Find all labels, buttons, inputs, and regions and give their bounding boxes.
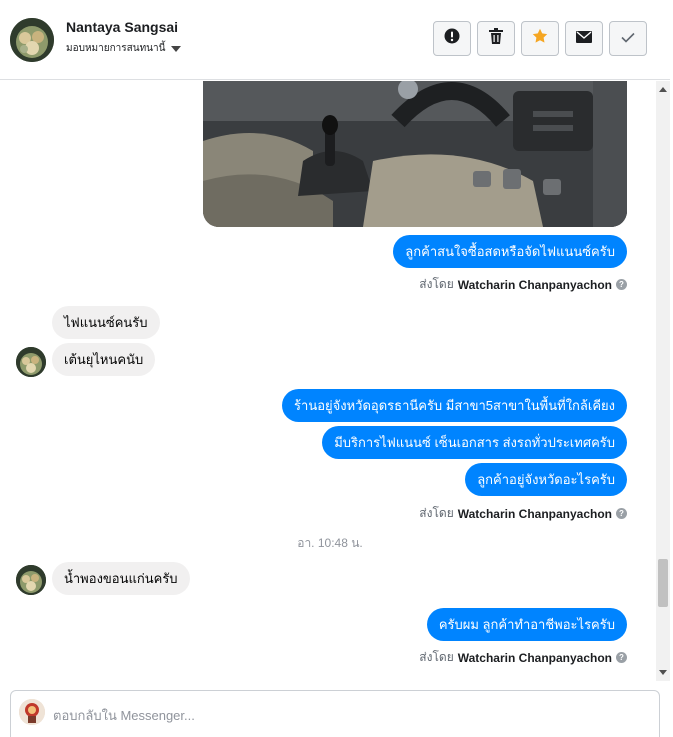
report-spam-button[interactable] xyxy=(433,21,471,56)
sent-by-prefix: ส่งโดย xyxy=(419,650,454,664)
mark-done-button[interactable] xyxy=(609,21,647,56)
outgoing-message[interactable]: มีบริการไฟแนนซ์ เซ็นเอกสาร ส่งรถทั่วประเ… xyxy=(322,426,627,459)
assign-label: มอบหมายการสนทนานี้ xyxy=(66,43,166,54)
star-icon xyxy=(532,28,548,49)
message-timestamp: อา. 10:48 น. xyxy=(297,536,363,550)
incoming-message[interactable]: น้ำพองขอนแก่นครับ xyxy=(52,562,190,595)
sent-by-agent: Watcharin Chanpanyachon xyxy=(457,506,612,521)
scroll-down-arrow-icon[interactable] xyxy=(659,670,667,675)
sent-by-prefix: ส่งโดย xyxy=(419,506,454,520)
contact-name[interactable]: Nantaya Sangsai xyxy=(66,19,178,35)
reply-input[interactable] xyxy=(53,705,613,725)
car-interior-photo[interactable] xyxy=(203,81,627,227)
info-icon[interactable]: ? xyxy=(616,279,627,290)
sent-by-agent: Watcharin Chanpanyachon xyxy=(457,277,612,292)
caret-down-icon xyxy=(171,45,182,52)
sent-by-label: ส่งโดย Watcharin Chanpanyachon ? xyxy=(419,275,627,294)
check-icon xyxy=(621,30,635,48)
sent-by-label: ส่งโดย Watcharin Chanpanyachon ? xyxy=(419,648,627,667)
outgoing-message[interactable]: ลูกค้าสนใจซื้อสดหรือจัดไฟแนนซ์ครับ xyxy=(393,235,627,268)
delete-button[interactable] xyxy=(477,21,515,56)
reply-composer xyxy=(10,690,660,737)
message-list[interactable]: ลูกค้าสนใจซื้อสดหรือจัดไฟแนนซ์ครับ ส่งโด… xyxy=(0,81,656,681)
alert-circle-icon xyxy=(444,28,460,49)
sent-by-prefix: ส่งโดย xyxy=(419,277,454,291)
incoming-message[interactable]: เต้นยุไหนคนับ xyxy=(52,343,156,376)
info-icon[interactable]: ? xyxy=(616,508,627,519)
info-icon[interactable]: ? xyxy=(616,652,627,663)
outgoing-message[interactable]: ลูกค้าอยู่จังหวัดอะไรครับ xyxy=(465,463,627,496)
sent-by-agent: Watcharin Chanpanyachon xyxy=(457,650,612,665)
mark-unread-button[interactable] xyxy=(565,21,603,56)
assign-conversation-dropdown[interactable]: มอบหมายการสนทนานี้ xyxy=(66,41,182,56)
contact-avatar[interactable] xyxy=(10,18,54,62)
incoming-message[interactable]: ไฟแนนซ์คนรับ xyxy=(52,306,160,339)
star-button[interactable] xyxy=(521,21,559,56)
conversation-actions xyxy=(433,21,647,56)
contact-avatar-small xyxy=(16,565,46,595)
outgoing-message[interactable]: ร้านอยู่จังหวัดอุดรธานีครับ มีสาขา5สาขาใ… xyxy=(282,389,627,422)
sent-by-label: ส่งโดย Watcharin Chanpanyachon ? xyxy=(419,504,627,523)
trash-icon xyxy=(489,28,503,49)
envelope-icon xyxy=(576,30,592,48)
contact-avatar-small xyxy=(16,347,46,377)
scroll-up-arrow-icon[interactable] xyxy=(659,87,667,92)
outgoing-message[interactable]: ครับผม ลูกค้าทำอาชีพอะไรครับ xyxy=(426,608,627,641)
scrollbar-thumb[interactable] xyxy=(658,559,668,607)
conversation-header: Nantaya Sangsai มอบหมายการสนทนานี้ xyxy=(0,0,670,80)
message-list-scrollbar[interactable] xyxy=(656,81,670,681)
page-avatar xyxy=(19,699,45,725)
inbox-conversation-panel: Nantaya Sangsai มอบหมายการสนทนานี้ ลูกค้… xyxy=(0,0,673,737)
